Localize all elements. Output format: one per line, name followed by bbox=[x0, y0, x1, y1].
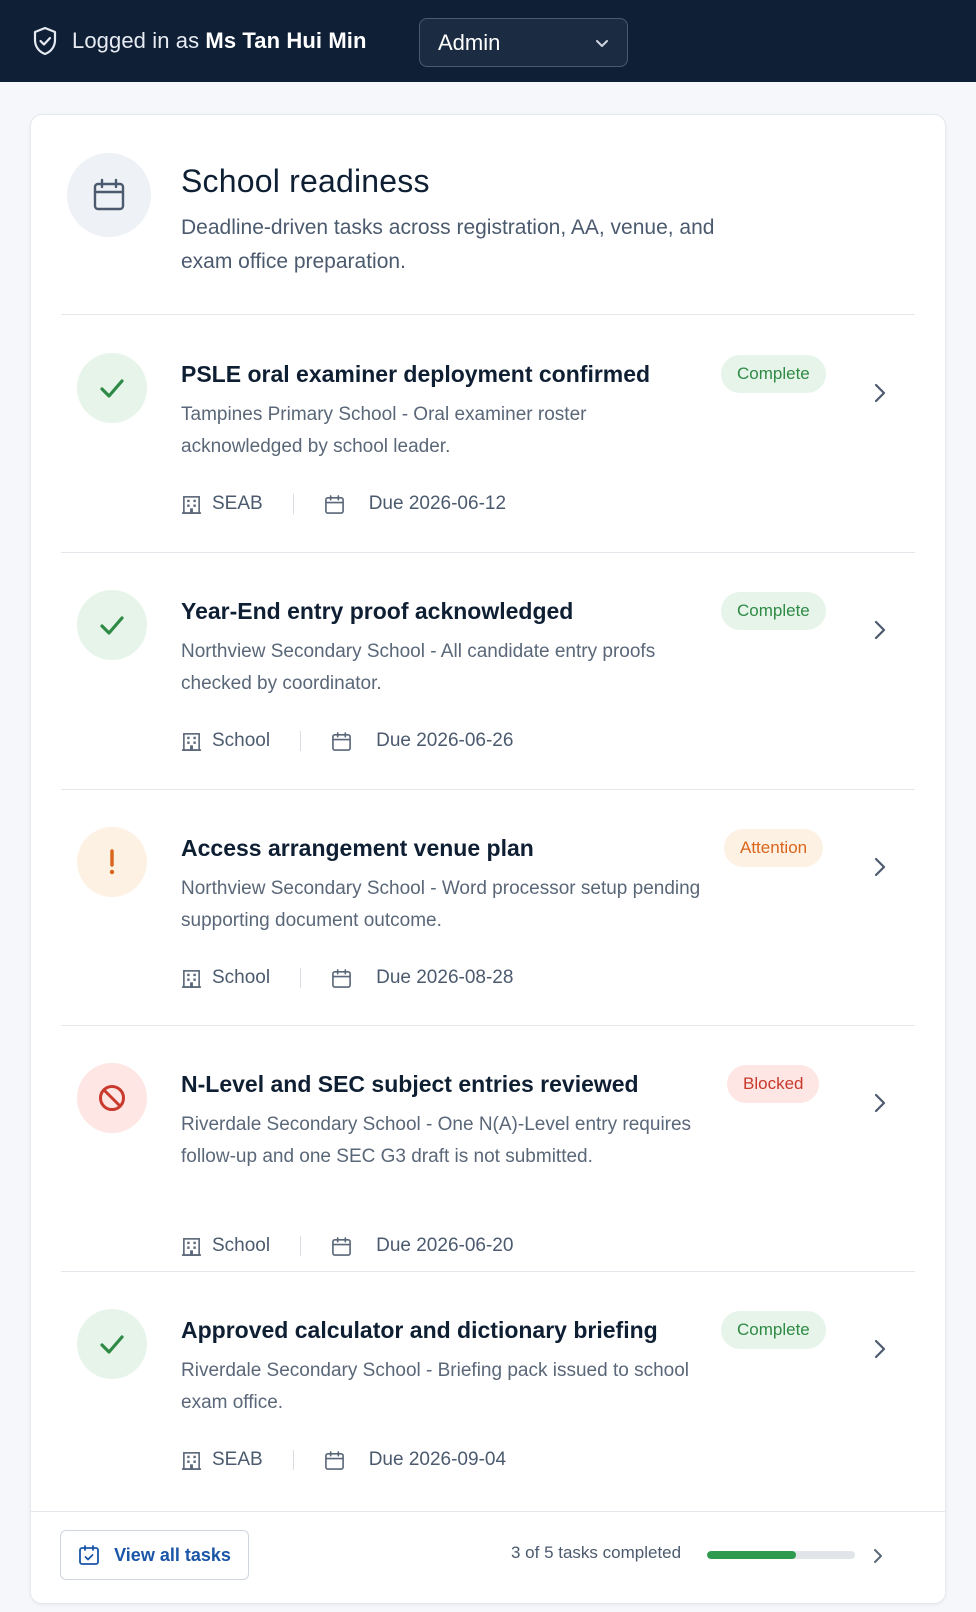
calendar-icon bbox=[67, 153, 151, 237]
task-row[interactable]: Approved calculator and dictionary brief… bbox=[31, 1271, 945, 1513]
page-subtitle: Deadline-driven tasks across registratio… bbox=[181, 216, 715, 273]
divider bbox=[61, 1025, 915, 1026]
calendar-icon bbox=[332, 731, 352, 751]
blocked-icon bbox=[77, 1063, 147, 1133]
building-icon bbox=[181, 495, 202, 514]
task-due-date: Due 2026-06-12 bbox=[368, 493, 507, 514]
task-title: Approved calculator and dictionary brief… bbox=[181, 1317, 658, 1343]
task-title: N-Level and SEC subject entries reviewed bbox=[181, 1071, 639, 1097]
login-prefix: Logged in as bbox=[72, 28, 206, 53]
task-owner: SEAB bbox=[212, 493, 263, 514]
task-description: Riverdale Secondary School - One N(A)-Le… bbox=[181, 1114, 692, 1167]
task-row[interactable]: Year-End entry proof acknowledged Northv… bbox=[31, 552, 945, 789]
task-owner: SEAB bbox=[212, 1449, 263, 1470]
task-title: PSLE oral examiner deployment confirmed bbox=[181, 361, 651, 387]
calendar-icon bbox=[324, 1450, 344, 1470]
building-icon bbox=[181, 969, 202, 988]
task-meta: SEAB Due 2026-09-04 bbox=[181, 1449, 506, 1471]
task-due-date: Due 2026-09-04 bbox=[368, 1449, 507, 1470]
shield-icon bbox=[33, 26, 57, 56]
divider bbox=[61, 552, 915, 553]
building-icon bbox=[181, 1451, 202, 1470]
chevron-right-icon[interactable] bbox=[871, 618, 889, 642]
task-meta: School Due 2026-08-28 bbox=[181, 967, 513, 989]
chevron-right-icon[interactable] bbox=[871, 381, 889, 405]
check-icon bbox=[77, 590, 147, 660]
top-bar: Logged in as Ms Tan Hui Min Admin bbox=[0, 0, 976, 82]
view-all-tasks-button[interactable]: View all tasks bbox=[60, 1530, 249, 1580]
divider bbox=[61, 789, 915, 790]
status-badge: Complete bbox=[721, 355, 826, 393]
task-meta: School Due 2026-06-20 bbox=[181, 1235, 513, 1257]
page-title: School readiness bbox=[181, 163, 430, 199]
chevron-right-icon[interactable] bbox=[871, 1546, 885, 1566]
chevron-right-icon[interactable] bbox=[871, 1091, 889, 1115]
task-due-date: Due 2026-08-28 bbox=[376, 967, 514, 988]
task-row[interactable]: PSLE oral examiner deployment confirmed … bbox=[31, 315, 945, 552]
divider bbox=[61, 314, 915, 315]
task-description: Tampines Primary School - Oral examiner … bbox=[181, 404, 587, 457]
meta-separator bbox=[300, 1236, 302, 1256]
task-owner: School bbox=[212, 1235, 271, 1256]
task-owner: School bbox=[212, 730, 271, 751]
chevron-down-icon bbox=[596, 39, 608, 47]
chevron-right-icon[interactable] bbox=[871, 1337, 889, 1361]
calendar-icon bbox=[332, 1236, 352, 1256]
progress-bar bbox=[707, 1551, 855, 1559]
task-due-date: Due 2026-06-20 bbox=[376, 1235, 514, 1256]
status-badge: Complete bbox=[721, 592, 826, 630]
task-meta: School Due 2026-06-26 bbox=[181, 730, 513, 752]
login-status: Logged in as Ms Tan Hui Min bbox=[72, 28, 367, 54]
task-description: Northview Secondary School - All candida… bbox=[181, 641, 656, 694]
card-footer: View all tasks 3 of 5 tasks completed bbox=[31, 1511, 945, 1603]
meta-separator bbox=[292, 494, 294, 514]
task-title: Access arrangement venue plan bbox=[181, 835, 534, 861]
status-badge: Blocked bbox=[727, 1065, 820, 1103]
chevron-right-icon[interactable] bbox=[871, 855, 889, 879]
task-owner: School bbox=[212, 967, 271, 988]
user-name: Ms Tan Hui Min bbox=[205, 28, 367, 53]
meta-separator bbox=[300, 968, 302, 988]
status-badge: Attention bbox=[724, 829, 824, 867]
calendar-icon bbox=[332, 968, 352, 988]
building-icon bbox=[181, 1237, 202, 1256]
view-all-tasks-label: View all tasks bbox=[114, 1544, 231, 1565]
task-meta: SEAB Due 2026-06-12 bbox=[181, 493, 506, 515]
task-row[interactable]: N-Level and SEC subject entries reviewed… bbox=[31, 1025, 945, 1271]
school-readiness-card: School readiness Deadline-driven tasks a… bbox=[30, 114, 946, 1604]
progress-bar-fill bbox=[707, 1551, 796, 1559]
task-title: Year-End entry proof acknowledged bbox=[181, 598, 574, 624]
meta-separator bbox=[292, 1450, 294, 1470]
task-description: Northview Secondary School - Word proces… bbox=[181, 878, 701, 931]
role-select-value: Admin bbox=[438, 29, 501, 55]
divider bbox=[61, 1271, 915, 1272]
check-icon bbox=[77, 1309, 147, 1379]
check-icon bbox=[77, 353, 147, 423]
task-row[interactable]: Access arrangement venue plan Northview … bbox=[31, 789, 945, 1025]
status-badge: Complete bbox=[721, 1311, 826, 1349]
task-description: Riverdale Secondary School - Briefing pa… bbox=[181, 1360, 689, 1413]
calendar-icon bbox=[324, 494, 344, 514]
building-icon bbox=[181, 732, 202, 751]
calendar-check-icon bbox=[79, 1545, 100, 1565]
task-due-date: Due 2026-06-26 bbox=[376, 730, 514, 751]
role-select[interactable]: Admin bbox=[419, 18, 628, 67]
card-header: School readiness Deadline-driven tasks a… bbox=[31, 115, 945, 322]
exclamation-icon bbox=[77, 827, 147, 897]
progress-text: 3 of 5 tasks completed bbox=[511, 1543, 682, 1562]
meta-separator bbox=[300, 731, 302, 751]
